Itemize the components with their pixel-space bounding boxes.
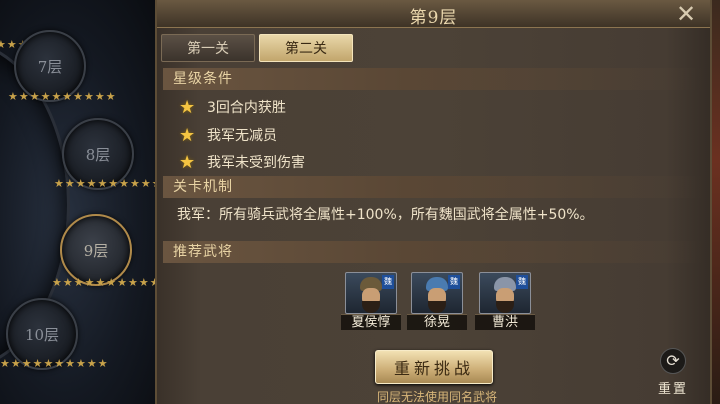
star-icon: ★ [179, 96, 196, 118]
floor-9-stars: ★★★★★★★★★★ [52, 276, 160, 289]
floor-7-stars: ★★★★★★★★★★ [8, 90, 117, 103]
faction-badge: 魏 [516, 275, 528, 289]
hero-portrait: 魏 [411, 272, 463, 314]
hero-portrait: 魏 [479, 272, 531, 314]
stage-mechanic-header: 关卡机制 [163, 176, 703, 198]
tab-label: 第一关 [187, 41, 229, 57]
hero-name: 曹洪 [475, 314, 535, 330]
reset-button[interactable]: ⟳ 重置 [653, 348, 693, 400]
star-icon: ★ [179, 151, 196, 173]
floor-label: 7层 [37, 57, 63, 76]
beard-shape [362, 301, 380, 313]
hero-card[interactable]: 魏 曹洪 [475, 272, 535, 330]
recommended-heroes-header: 推荐武将 [163, 241, 703, 263]
hero-name: 徐晃 [407, 314, 467, 330]
title-bar: 第9层 ✕ [157, 0, 710, 28]
star-condition: ★ 我军未受到伤害 [179, 151, 305, 173]
floor-label: 10层 [24, 325, 60, 344]
hero-portrait: 魏 [345, 272, 397, 314]
floor-detail-panel: 第9层 ✕ 第一关 第二关 星级条件 ★ 3回合内获胜 ★ 我军无减员 ★ 我军… [155, 0, 712, 404]
floor-label: 8层 [85, 145, 111, 164]
floor-8-stars: ★★★★★★★★★★ [54, 177, 160, 190]
tab-stage-2[interactable]: 第二关 [259, 34, 353, 62]
beard-shape [496, 301, 514, 313]
hero-card[interactable]: 魏 夏侯惇 [341, 272, 401, 330]
faction-badge: 魏 [448, 275, 460, 289]
condition-text: 3回合内获胜 [207, 100, 286, 116]
hero-name: 夏侯惇 [341, 314, 401, 330]
condition-text: 我军无减员 [207, 128, 277, 144]
star-icon: ★ [179, 124, 196, 146]
close-icon[interactable]: ✕ [674, 2, 698, 26]
scene-edge-decoration [712, 0, 720, 404]
condition-text: 我军未受到伤害 [207, 155, 305, 171]
restart-label: 重新挑战 [393, 359, 474, 378]
stage-mechanic-text: 我军：所有骑兵武将全属性+100%，所有魏国武将全属性+50%。 [177, 207, 594, 223]
star-condition: ★ 3回合内获胜 [179, 96, 286, 118]
reset-label: 重置 [657, 382, 688, 397]
faction-badge: 魏 [382, 275, 394, 289]
star-condition: ★ 我军无减员 [179, 124, 277, 146]
restart-challenge-button[interactable]: 重新挑战 [375, 350, 493, 384]
beard-shape [428, 301, 446, 313]
tab-stage-1[interactable]: 第一关 [161, 34, 255, 62]
refresh-icon: ⟳ [660, 348, 686, 374]
floor-10-stars: ★★★★★★★★★★ [0, 357, 109, 370]
floor-label: 9层 [83, 241, 109, 260]
tower-map: ★★★ 7层 ★★★★★★★★★★ 8层 ★★★★★★★★★★ 9层 ★★★★★… [0, 0, 160, 404]
hero-card[interactable]: 魏 徐晃 [407, 272, 467, 330]
panel-title: 第9层 [409, 8, 458, 28]
tab-label: 第二关 [285, 41, 327, 57]
restart-note: 同层无法使用同名武将 [376, 390, 497, 404]
star-conditions-header: 星级条件 [163, 68, 703, 90]
